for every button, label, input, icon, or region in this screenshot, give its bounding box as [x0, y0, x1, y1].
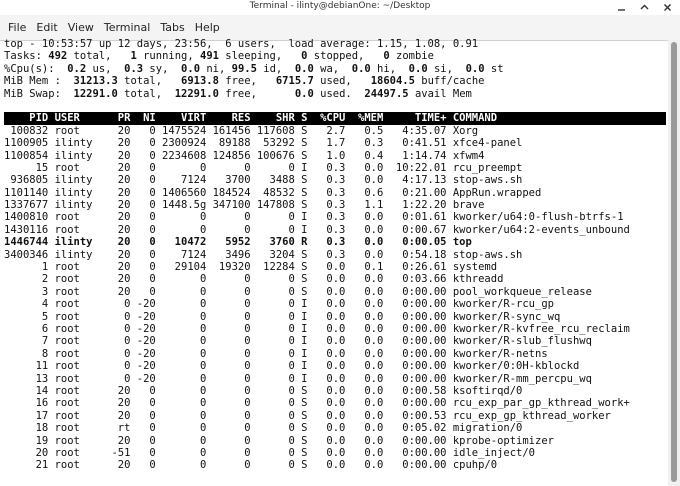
swap-total: 12291.0 — [67, 87, 118, 100]
swap-avail-label: avail Mem — [408, 87, 472, 100]
mem-buff: 18604.5 — [370, 75, 415, 88]
tasks-zombie-label: zombie — [389, 50, 434, 63]
cpu-line: %Cpu(s): 0.2 us, 0.3 sy, 0.0 ni, 99.5 id… — [4, 63, 666, 75]
cpu-si-label: si, — [427, 62, 466, 75]
cpu-st-label: st — [484, 62, 504, 75]
process-row: 1 root 20 0 29104 19320 12284 S 0.0 0.1 … — [4, 261, 498, 274]
cpu-wa-label: wa, — [313, 62, 352, 75]
cpu-ni-label: ni, — [200, 62, 232, 75]
tasks-sleeping-label: sleeping, — [218, 50, 302, 63]
mem-line: MiB Mem : 31213.3 total, 6913.8 free, 67… — [4, 75, 666, 87]
tasks-stopped-label: stopped, — [307, 50, 384, 63]
mem-free: 6913.8 — [181, 75, 219, 88]
process-row: 8 root 0 -20 0 0 0 I 0.0 0.0 0:00.00 kwo… — [4, 347, 548, 360]
swap-avail: 24497.5 — [364, 87, 409, 100]
tasks-running-label: running, — [136, 50, 200, 63]
menu-help[interactable]: Help — [195, 21, 220, 34]
tasks-label: Tasks: — [4, 50, 49, 63]
table-header: PID USER PR NI VIRT RES SHR S %CPU %MEM … — [4, 112, 666, 125]
scrollbar[interactable] — [668, 40, 680, 486]
process-list: 100832 root 20 0 1475524 161456 117608 S… — [4, 125, 666, 472]
cpu-id-label: id, — [256, 62, 295, 75]
process-row: 1100854 ilinty 20 0 2234608 124856 10067… — [4, 149, 485, 162]
process-row: 2 root 20 0 0 0 0 S 0.0 0.0 0:03.66 kthr… — [4, 273, 504, 286]
cpu-wa: 0.0 — [294, 62, 314, 75]
tasks-total-label: total, — [67, 50, 131, 63]
process-row: 4 root 0 -20 0 0 0 I 0.0 0.0 0:00.00 kwo… — [4, 298, 554, 311]
cpu-hi-label: hi, — [370, 62, 409, 75]
cpu-ni: 0.0 — [181, 62, 201, 75]
uptime-line: top - 10:53:57 up 12 days, 23:56, 6 user… — [4, 38, 479, 50]
process-row: 1430116 root 20 0 0 0 0 I 0.3 0.0 0:00.6… — [4, 223, 630, 236]
process-row: 3 root 20 0 0 0 0 S 0.0 0.0 0:00.00 pool… — [4, 285, 592, 298]
process-row: 19 root 20 0 0 0 0 S 0.0 0.0 0:00.00 kpr… — [4, 434, 554, 447]
process-row: 936805 ilinty 20 0 7124 3700 3488 S 0.3 … — [4, 174, 523, 187]
mem-label: MiB Mem : — [4, 75, 68, 88]
process-row: 3400346 ilinty 20 0 7124 3496 3204 S 0.3… — [4, 248, 523, 261]
process-row: 17 root 20 0 0 0 0 S 0.0 0.0 0:00.53 rcu… — [4, 409, 611, 422]
swap-total-label: total, — [117, 87, 175, 100]
minimize-icon[interactable] — [615, 1, 628, 13]
swap-label: MiB Swap: — [4, 87, 68, 100]
cpu-sy-label: sy, — [143, 62, 182, 75]
terminal-window: Terminal - ilinty@debianOne: ~/Desktop F… — [0, 0, 680, 486]
swap-free: 12291.0 — [174, 87, 219, 100]
process-row: 1100905 ilinty 20 0 2300924 89188 53292 … — [4, 137, 523, 150]
title-bar: Terminal - ilinty@debianOne: ~/Desktop — [0, 0, 680, 15]
cpu-us-label: us, — [86, 62, 125, 75]
terminal-output[interactable]: top - 10:53:57 up 12 days, 23:56, 6 user… — [4, 38, 666, 486]
window-title: Terminal - ilinty@debianOne: ~/Desktop — [249, 1, 431, 11]
swap-free-label: free, — [218, 87, 295, 100]
process-row: 13 root 0 -20 0 0 0 I 0.0 0.0 0:00.00 kw… — [4, 372, 592, 385]
mem-total: 31213.3 — [67, 75, 118, 88]
process-row: 7 root 0 -20 0 0 0 I 0.0 0.0 0:00.00 kwo… — [4, 335, 592, 348]
scrollbar-thumb[interactable] — [671, 42, 677, 482]
process-row: 15 root 20 0 0 0 0 I 0.3 0.0 10:22.01 rc… — [4, 161, 523, 174]
mem-total-label: total, — [117, 75, 182, 88]
tasks-line: Tasks: 492 total, 1 running, 491 sleepin… — [4, 50, 666, 62]
process-row: 11 root 0 -20 0 0 0 I 0.0 0.0 0:00.00 kw… — [4, 360, 580, 373]
cpu-st: 0.0 — [465, 62, 485, 75]
mem-free-label: free, — [218, 75, 276, 88]
cpu-hi: 0.0 — [351, 62, 371, 75]
cpu-si: 0.0 — [408, 62, 428, 75]
cpu-id: 99.5 — [231, 62, 257, 75]
process-row: 20 root -51 0 0 0 0 S 0.0 0.0 0:00.00 id… — [4, 446, 536, 459]
process-row: 14 root 20 0 0 0 0 S 0.0 0.0 0:00.58 kso… — [4, 384, 523, 397]
close-icon[interactable] — [661, 1, 674, 13]
menu-view[interactable]: View — [68, 21, 94, 34]
process-row: 1446744 ilinty 20 0 10472 5952 3760 R 0.… — [4, 236, 472, 249]
mem-used: 6715.7 — [275, 75, 314, 88]
cpu-label: %Cpu(s): — [4, 62, 61, 75]
process-row: 100832 root 20 0 1475524 161456 117608 S… — [4, 124, 479, 137]
menu-file[interactable]: File — [8, 21, 26, 34]
cpu-us: 0.2 — [60, 62, 87, 75]
tasks-total: 492 — [48, 50, 68, 63]
mem-used-label: used, — [313, 75, 371, 88]
menu-edit[interactable]: Edit — [36, 21, 57, 34]
window-controls — [615, 1, 674, 13]
process-row: 1337677 ilinty 20 0 1448.5g 347100 14780… — [4, 199, 485, 212]
process-row: 21 root 20 0 0 0 0 S 0.0 0.0 0:00.00 cpu… — [4, 459, 498, 472]
process-row: 1101140 ilinty 20 0 1406560 184524 48532… — [4, 186, 542, 199]
tasks-sleeping: 491 — [200, 50, 219, 63]
maximize-icon[interactable] — [638, 1, 651, 13]
process-row: 6 root 0 -20 0 0 0 I 0.0 0.0 0:00.00 kwo… — [4, 322, 630, 335]
swap-used: 0.0 — [294, 87, 314, 100]
menu-terminal[interactable]: Terminal — [104, 21, 151, 34]
menu-tabs[interactable]: Tabs — [160, 21, 184, 34]
process-row: 5 root 0 -20 0 0 0 I 0.0 0.0 0:00.00 kwo… — [4, 310, 561, 323]
process-row: 16 root 20 0 0 0 0 S 0.0 0.0 0:00.00 rcu… — [4, 397, 630, 410]
cpu-sy: 0.3 — [124, 62, 144, 75]
mem-buff-label: buff/cache — [414, 75, 485, 88]
swap-used-label: used. — [313, 87, 365, 100]
swap-line: MiB Swap: 12291.0 total, 12291.0 free, 0… — [4, 88, 666, 100]
process-row: 1400810 root 20 0 0 0 0 I 0.3 0.0 0:01.6… — [4, 211, 624, 224]
process-row: 18 root rt 0 0 0 0 S 0.0 0.0 0:05.02 mig… — [4, 422, 523, 435]
